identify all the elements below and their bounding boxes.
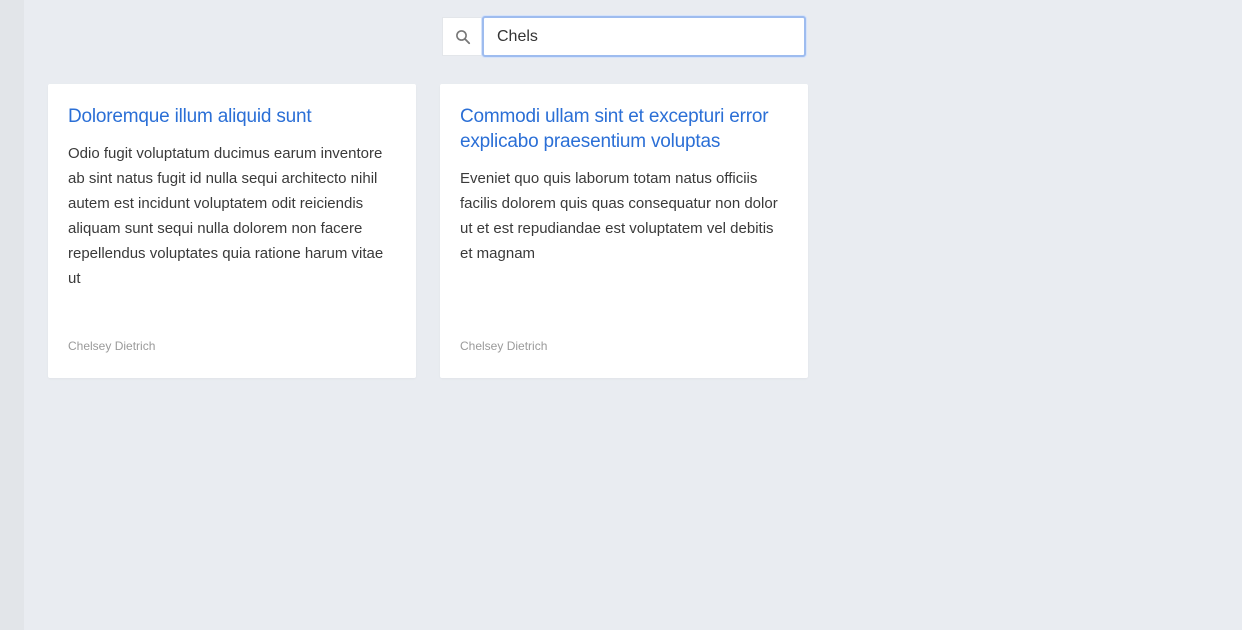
post-card: Commodi ullam sint et excepturi error ex…: [440, 84, 808, 378]
side-strip: [0, 0, 24, 630]
post-body: Odio fugit voluptatum ducimus earum inve…: [68, 145, 384, 287]
post-body: Eveniet quo quis laborum totam natus off…: [460, 170, 778, 262]
search-bar: [442, 16, 806, 57]
post-author: Chelsey Dietrich: [460, 339, 548, 353]
post-author: Chelsey Dietrich: [68, 339, 156, 353]
post-card: Doloremque illum aliquid sunt Odio fugit…: [48, 84, 416, 378]
post-title-link[interactable]: Doloremque illum aliquid sunt: [68, 104, 396, 129]
search-icon: [442, 17, 482, 56]
search-icon-glyph: [455, 29, 470, 44]
card-list: Doloremque illum aliquid sunt Odio fugit…: [48, 84, 808, 378]
search-input[interactable]: [482, 16, 806, 57]
post-title-link[interactable]: Commodi ullam sint et excepturi error ex…: [460, 104, 788, 154]
